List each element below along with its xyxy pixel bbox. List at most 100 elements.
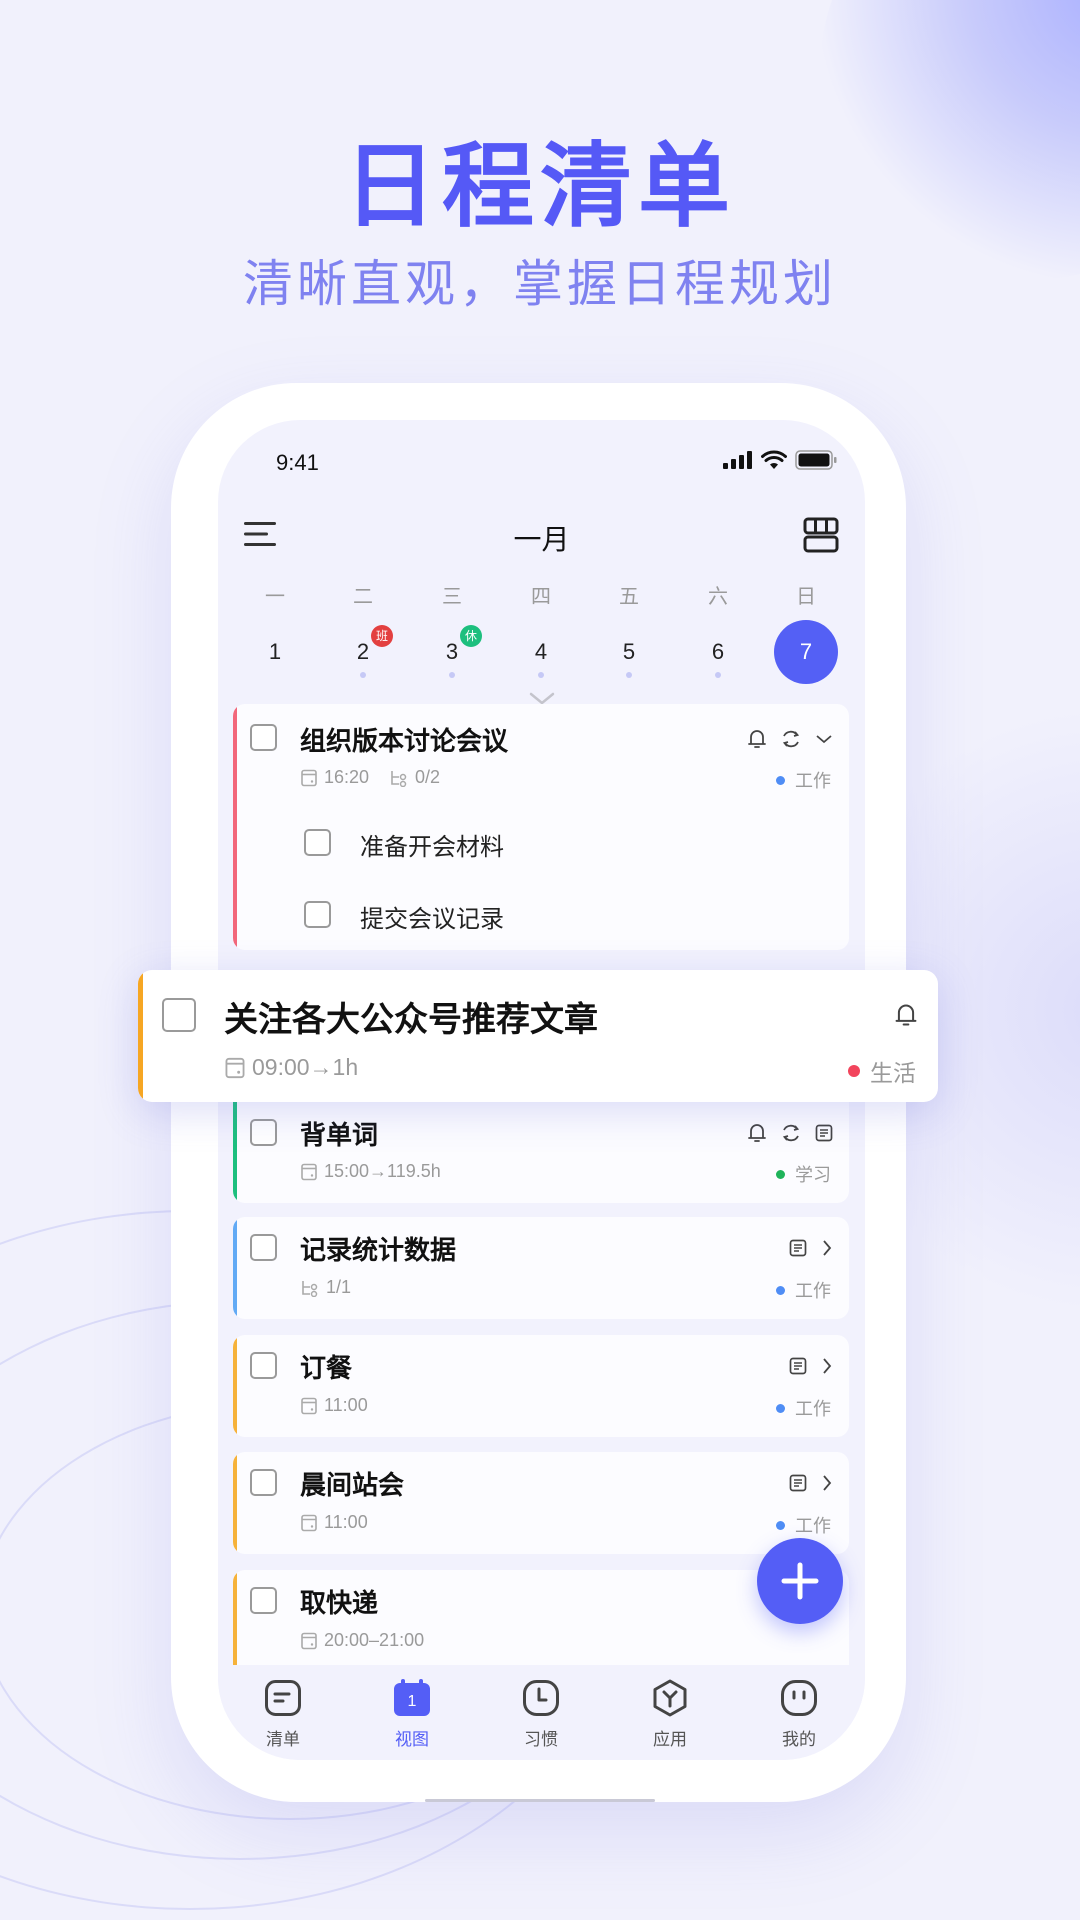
task-checkbox[interactable] [162, 998, 196, 1032]
date-cell[interactable]: 2 班 [331, 620, 395, 684]
task-tag: 工作 [776, 1277, 831, 1303]
subtask-title: 准备开会材料 [360, 833, 504, 861]
date-number: 4 [534, 639, 548, 664]
holiday-badge: 休 [460, 625, 482, 647]
weekday-label: 四 [531, 584, 551, 608]
task-time: 09:00→1h [252, 1054, 359, 1080]
tag-dot [848, 1065, 860, 1077]
apps-hexagon-icon [653, 1679, 687, 1717]
task-title: 晨间站会 [300, 1471, 405, 1501]
clock-icon [523, 1680, 559, 1716]
weekday-label: 日 [796, 584, 816, 608]
task-card[interactable]: 订餐 11:00 工作 [233, 1335, 849, 1437]
tab-label: 我的 [782, 1730, 816, 1750]
subtask-progress: 1/1 [326, 1277, 352, 1297]
task-time: 11:00 [324, 1512, 368, 1532]
weekday-row: 一 二 三 四 五 六 日 [218, 580, 865, 612]
repeat-icon [782, 730, 800, 748]
date-cell-selected[interactable]: 7 [774, 620, 838, 684]
status-icons [723, 450, 837, 470]
add-task-button[interactable] [757, 1538, 843, 1624]
date-icon [301, 1163, 317, 1180]
task-tag: 工作 [776, 767, 831, 793]
task-title: 组织版本讨论会议 [300, 727, 509, 757]
date-cell[interactable]: 4 [509, 620, 573, 684]
task-checkbox[interactable] [250, 1587, 277, 1614]
bell-icon [748, 1124, 766, 1142]
plus-icon [781, 1562, 819, 1600]
list-icon [265, 1680, 301, 1716]
date-cell[interactable]: 3 休 [420, 620, 484, 684]
task-tag: 学习 [776, 1161, 831, 1187]
tag-label: 工作 [795, 1399, 831, 1420]
task-icons [747, 1122, 833, 1144]
task-title: 取快递 [300, 1589, 379, 1619]
task-card[interactable]: 组织版本讨论会议 16:20 0/2 工作 准备开会材料 提交会议记录 [233, 704, 849, 950]
subtask-icon [302, 1280, 318, 1297]
month-title[interactable]: 一月 [218, 518, 865, 558]
task-card[interactable]: 记录统计数据 1/1 工作 [233, 1217, 849, 1319]
task-color-bar [233, 1570, 237, 1665]
weekday-label: 五 [619, 584, 639, 608]
tag-label: 工作 [795, 1281, 831, 1302]
tag-dot [776, 1520, 785, 1530]
tab-profile[interactable]: 我的 [749, 1679, 849, 1750]
task-icons [747, 728, 833, 750]
date-icon [301, 1514, 317, 1531]
task-icons [789, 1357, 833, 1375]
tab-label: 习惯 [524, 1730, 558, 1750]
task-checkbox[interactable] [250, 724, 277, 751]
task-title: 背单词 [300, 1121, 379, 1151]
task-checkbox[interactable] [250, 1234, 277, 1261]
event-dot [626, 672, 632, 678]
chevron-right-icon[interactable] [821, 1474, 833, 1492]
date-row: 1 2 班 3 休 4 5 6 7 [218, 620, 865, 690]
subtask-checkbox[interactable] [304, 829, 331, 856]
view-layout-icon[interactable] [803, 517, 839, 553]
task-card[interactable]: 背单词 15:00→119.5h 学习 [233, 1102, 849, 1203]
date-number: 5 [622, 639, 636, 664]
tag-dot [776, 1285, 785, 1295]
task-color-bar [233, 1452, 237, 1554]
date-icon [225, 1057, 245, 1078]
bell-icon [895, 1004, 917, 1026]
repeat-icon [782, 1124, 800, 1142]
task-time: 16:20 [324, 767, 370, 787]
tab-apps[interactable]: 应用 [620, 1679, 720, 1750]
date-cell[interactable]: 6 [686, 620, 750, 684]
calendar-icon-day: 1 [408, 1693, 417, 1710]
subtask-icon [391, 770, 407, 787]
wifi-icon [761, 450, 787, 469]
tab-list[interactable]: 清单 [233, 1679, 333, 1750]
task-title: 订餐 [300, 1354, 353, 1384]
task-card-dragging[interactable]: 关注各大公众号推荐文章 09:00→1h 生活 [138, 970, 938, 1102]
tab-habits[interactable]: 习惯 [491, 1679, 591, 1750]
task-title: 关注各大公众号推荐文章 [224, 1000, 598, 1040]
task-checkbox[interactable] [250, 1352, 277, 1379]
date-cell[interactable]: 1 [243, 620, 307, 684]
task-color-bar [233, 1217, 237, 1319]
task-checkbox[interactable] [250, 1469, 277, 1496]
bottom-tab-bar: 清单 1 视图 习惯 应用 我的 [218, 1665, 865, 1760]
chevron-right-icon[interactable] [821, 1239, 833, 1257]
tab-label: 视图 [395, 1730, 429, 1750]
date-number: 6 [711, 639, 725, 664]
tag-dot [776, 1403, 785, 1413]
workday-badge: 班 [371, 625, 393, 647]
tab-view[interactable]: 1 视图 [362, 1679, 462, 1750]
date-icon [301, 1397, 317, 1414]
chevron-down-icon[interactable] [815, 733, 833, 745]
weekday-label: 二 [353, 584, 373, 608]
profile-face-icon [781, 1680, 817, 1716]
subtask-checkbox[interactable] [304, 901, 331, 928]
tag-label: 学习 [795, 1165, 831, 1186]
tag-dot [776, 775, 785, 785]
task-checkbox[interactable] [250, 1119, 277, 1146]
home-indicator [425, 1799, 655, 1802]
note-icon [789, 1239, 807, 1257]
tab-label: 应用 [653, 1730, 687, 1750]
chevron-right-icon[interactable] [821, 1357, 833, 1375]
date-cell[interactable]: 5 [597, 620, 661, 684]
task-icons [894, 1002, 918, 1028]
subtask-title: 提交会议记录 [360, 905, 504, 933]
